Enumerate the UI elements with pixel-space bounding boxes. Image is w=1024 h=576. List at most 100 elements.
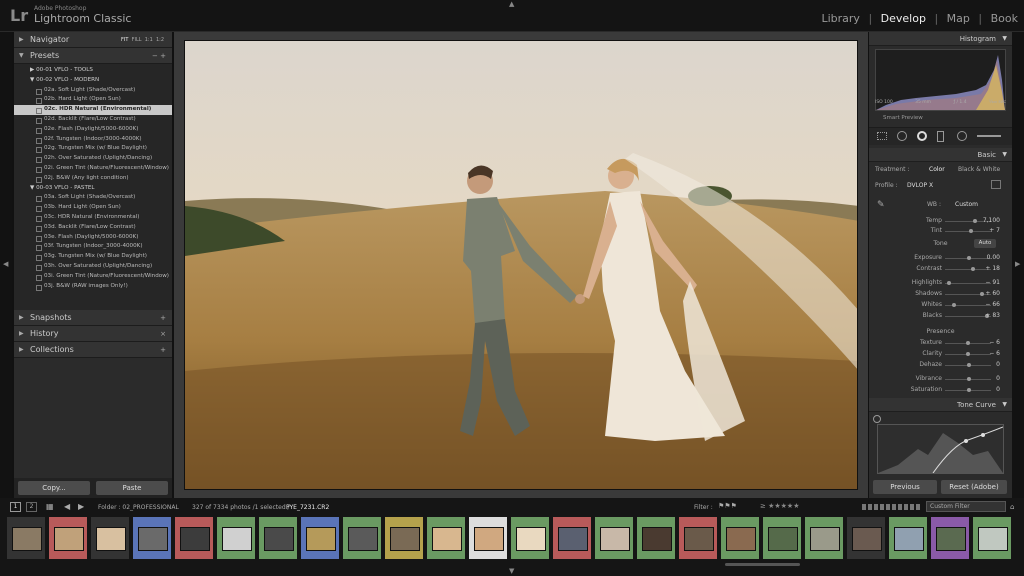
shadows-slider-knob[interactable] bbox=[980, 292, 985, 296]
wb-select[interactable]: Custom bbox=[955, 201, 978, 208]
vibrance-slider[interactable] bbox=[945, 377, 991, 381]
preset-folder[interactable]: ▶ 00-01 VFLO - TOOLS bbox=[14, 66, 172, 76]
add-collection-icon[interactable]: + bbox=[160, 342, 166, 358]
auto-tone-button[interactable]: Auto bbox=[974, 239, 996, 248]
preset-folder[interactable]: ▼ 00-03 VFLO - PASTEL bbox=[14, 184, 172, 194]
clarity-slider-knob[interactable] bbox=[965, 352, 970, 356]
tone-curve-graph[interactable] bbox=[877, 424, 1004, 474]
preset-add-remove[interactable]: − + bbox=[152, 48, 166, 64]
saturation-slider-knob[interactable] bbox=[967, 388, 971, 392]
filmstrip-thumbnail[interactable] bbox=[90, 516, 130, 560]
module-book[interactable]: Book bbox=[991, 12, 1018, 25]
filmstrip-scrollbar[interactable] bbox=[725, 563, 800, 566]
texture-slider-knob[interactable] bbox=[965, 341, 970, 345]
back-arrow-icon[interactable]: ◀ bbox=[64, 502, 70, 511]
highlights-value[interactable]: − 91 bbox=[985, 279, 1000, 286]
preset-item[interactable]: 02e. Flash (Daylight/5000-6000K) bbox=[14, 125, 172, 135]
treatment-bw[interactable]: Black & White bbox=[958, 166, 1000, 173]
texture-slider[interactable] bbox=[945, 341, 991, 345]
saturation-slider[interactable] bbox=[945, 388, 991, 392]
filmstrip-thumbnail[interactable] bbox=[510, 516, 550, 560]
preset-item[interactable]: 02i. Green Tint (Nature/Fluorescent/Wind… bbox=[14, 164, 172, 174]
tint-slider[interactable] bbox=[945, 229, 991, 233]
preset-item[interactable]: 03a. Soft Light (Shade/Overcast) bbox=[14, 193, 172, 203]
add-snapshot-icon[interactable]: + bbox=[160, 310, 166, 326]
right-collapse-tab[interactable]: ▶ bbox=[1012, 32, 1024, 498]
tint-value[interactable]: + 7 bbox=[989, 227, 1000, 234]
filmstrip-thumbnail[interactable] bbox=[6, 516, 46, 560]
filmstrip-thumbnail[interactable] bbox=[804, 516, 844, 560]
zoom-1-2[interactable]: 1:2 bbox=[156, 37, 164, 43]
preset-item[interactable]: 03d. Backlit (Flare/Low Contrast) bbox=[14, 223, 172, 233]
filter-lock-icon[interactable]: ⌂ bbox=[1010, 503, 1014, 511]
dehaze-slider-knob[interactable] bbox=[967, 363, 971, 367]
vibrance-value[interactable]: 0 bbox=[996, 375, 1000, 382]
filmstrip-thumbnail[interactable] bbox=[846, 516, 886, 560]
preset-item[interactable]: 02j. B&W (Any light condition) bbox=[14, 174, 172, 184]
exposure-value[interactable]: 0.00 bbox=[987, 254, 1000, 261]
profile-select[interactable]: DVLOP X bbox=[907, 182, 933, 189]
collapse-top-arrow-icon[interactable]: ▲ bbox=[509, 0, 514, 8]
adjustment-brush-icon[interactable] bbox=[977, 135, 1001, 137]
saturation-value[interactable]: 0 bbox=[996, 386, 1000, 393]
module-develop[interactable]: Develop bbox=[881, 12, 926, 25]
custom-filter-select[interactable]: Custom Filter bbox=[926, 501, 1006, 512]
flag-filter-icon[interactable]: ⚑⚑⚑ bbox=[718, 502, 737, 510]
tint-slider-knob[interactable] bbox=[969, 229, 974, 233]
main-photo[interactable] bbox=[184, 40, 858, 490]
preset-item[interactable]: 03f. Tungsten (Indoor_3000-4000K) bbox=[14, 242, 172, 252]
navigator-header[interactable]: ▶ Navigator FIT FILL 1:1 1:2 bbox=[14, 32, 172, 48]
clarity-value[interactable]: − 6 bbox=[989, 350, 1000, 357]
temp-value[interactable]: 7,100 bbox=[983, 217, 1000, 224]
zoom-fill[interactable]: FILL bbox=[132, 37, 142, 43]
preset-item[interactable]: 02c. HDR Natural (Environmental) bbox=[14, 105, 172, 115]
filmstrip-thumbnail[interactable] bbox=[888, 516, 928, 560]
preset-item[interactable]: 02d. Backlit (Flare/Low Contrast) bbox=[14, 115, 172, 125]
filmstrip-thumbnail[interactable] bbox=[930, 516, 970, 560]
dehaze-slider[interactable] bbox=[945, 363, 991, 367]
profile-browser-icon[interactable] bbox=[991, 180, 1001, 189]
clear-history-icon[interactable]: × bbox=[160, 326, 166, 342]
clarity-slider[interactable] bbox=[945, 352, 991, 356]
dehaze-value[interactable]: 0 bbox=[996, 361, 1000, 368]
basic-header[interactable]: Basic ▼ bbox=[869, 148, 1012, 162]
spot-removal-icon[interactable] bbox=[897, 131, 907, 141]
whites-value[interactable]: − 66 bbox=[985, 301, 1000, 308]
second-window-button[interactable]: 2 bbox=[26, 502, 37, 512]
copy-button[interactable]: Copy... bbox=[18, 481, 90, 495]
filmstrip-thumbnail[interactable] bbox=[342, 516, 382, 560]
contrast-value[interactable]: + 18 bbox=[985, 265, 1000, 272]
texture-value[interactable]: − 6 bbox=[989, 339, 1000, 346]
blacks-value[interactable]: + 83 bbox=[985, 312, 1000, 319]
exposure-slider-knob[interactable] bbox=[967, 256, 971, 260]
preset-item[interactable]: 02a. Soft Light (Shade/Overcast) bbox=[14, 86, 172, 96]
whites-slider[interactable] bbox=[945, 303, 991, 307]
filmstrip-thumbnail[interactable] bbox=[384, 516, 424, 560]
preset-item[interactable]: 03j. B&W (RAW images Only!) bbox=[14, 282, 172, 292]
color-label-filter[interactable] bbox=[862, 504, 922, 510]
grid-view-icon[interactable]: ▦ bbox=[46, 502, 54, 511]
target-adjust-icon[interactable] bbox=[873, 415, 881, 423]
preset-item[interactable]: 02g. Tungsten Mix (w/ Blue Daylight) bbox=[14, 144, 172, 154]
presets-header[interactable]: ▼ Presets − + bbox=[14, 48, 172, 64]
forward-arrow-icon[interactable]: ▶ bbox=[78, 502, 84, 511]
filmstrip-thumbnail[interactable] bbox=[636, 516, 676, 560]
whites-slider-knob[interactable] bbox=[952, 303, 957, 307]
filmstrip-thumbnail[interactable] bbox=[48, 516, 88, 560]
histogram-header[interactable]: Histogram ▼ bbox=[869, 32, 1012, 46]
previous-button[interactable]: Previous bbox=[873, 480, 937, 494]
temp-slider-knob[interactable] bbox=[972, 219, 977, 223]
filmstrip-thumbnail[interactable] bbox=[216, 516, 256, 560]
crop-tool-icon[interactable] bbox=[877, 132, 887, 140]
highlights-slider-knob[interactable] bbox=[947, 281, 952, 285]
filmstrip-thumbnail[interactable] bbox=[762, 516, 802, 560]
preset-item[interactable]: 02h. Over Saturated (Uplight/Dancing) bbox=[14, 154, 172, 164]
exposure-slider[interactable] bbox=[945, 256, 991, 260]
main-window-button[interactable]: 1 bbox=[10, 502, 21, 512]
filmstrip-thumbnail[interactable] bbox=[300, 516, 340, 560]
preset-item[interactable]: 03b. Hard Light (Open Sun) bbox=[14, 203, 172, 213]
collections-header[interactable]: ▶ Collections + bbox=[14, 342, 172, 358]
filmstrip-thumbnail[interactable] bbox=[720, 516, 760, 560]
filmstrip-thumbnail[interactable] bbox=[678, 516, 718, 560]
filmstrip-thumbnail[interactable] bbox=[552, 516, 592, 560]
